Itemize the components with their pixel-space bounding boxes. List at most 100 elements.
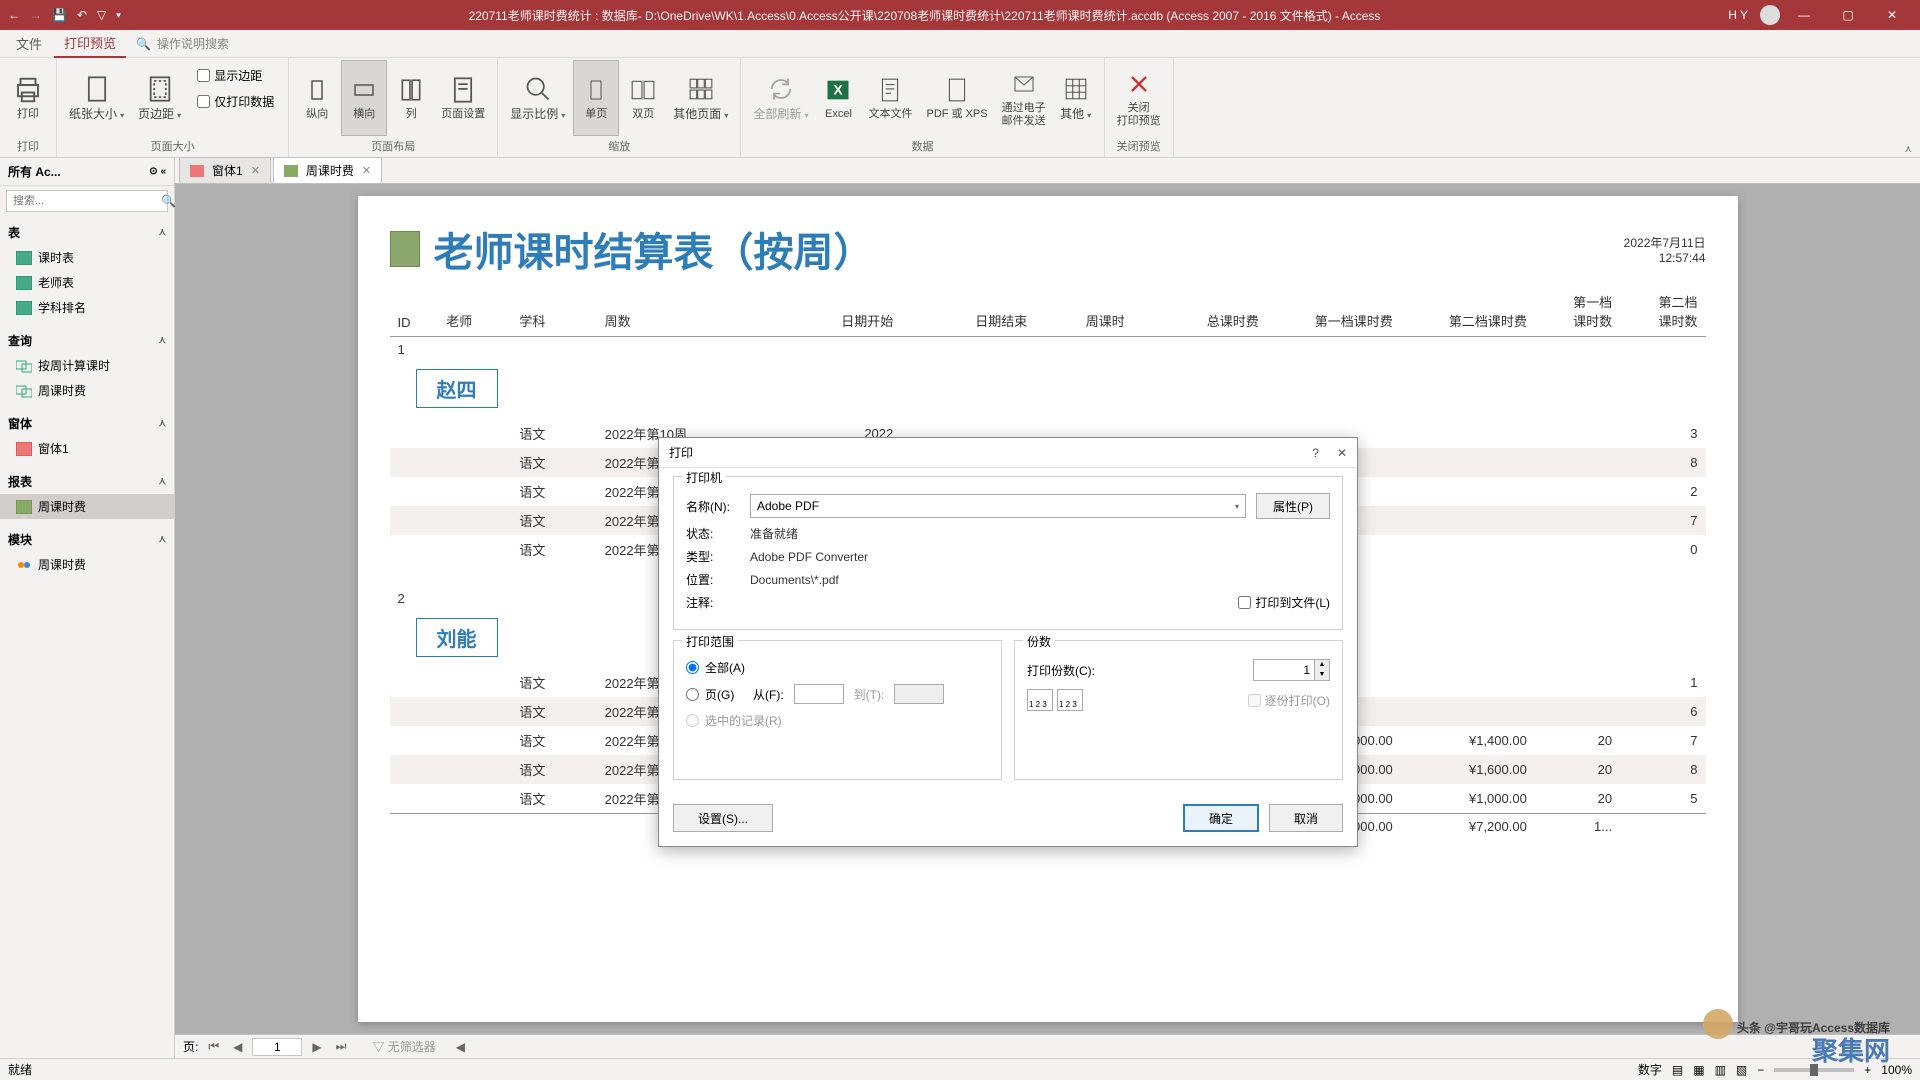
show-margins-checkbox[interactable]: 显示边距 <box>193 64 278 86</box>
nav-item-table3[interactable]: 学科排名 <box>0 295 174 320</box>
paper-size-button[interactable]: 纸张大小 ▾ <box>63 60 130 136</box>
more-pages-button[interactable]: 其他页面 ▾ <box>667 60 734 136</box>
nav-item-report1[interactable]: 周课时费 <box>0 494 174 519</box>
columns-button[interactable]: 列 <box>389 60 433 136</box>
nav-group-modules[interactable]: 模块⋏ <box>0 527 174 552</box>
group-close-label: 关闭预览 <box>1111 136 1167 156</box>
email-button[interactable]: 通过电子 邮件发送 <box>996 60 1052 136</box>
report-icon <box>16 500 32 514</box>
text-file-button[interactable]: 文本文件 <box>862 60 918 136</box>
pdf-button[interactable]: PDF 或 XPS <box>920 60 993 136</box>
spin-down-button[interactable]: ▼ <box>1315 670 1329 680</box>
fwd-icon[interactable]: → <box>30 8 42 22</box>
zoom-out-button[interactable]: − <box>1757 1063 1764 1077</box>
from-page-input[interactable] <box>794 684 844 704</box>
avatar[interactable] <box>1760 5 1780 25</box>
tab-form1[interactable]: 窗体1✕ <box>179 157 271 183</box>
search-icon[interactable]: 🔍 <box>161 194 176 208</box>
nav-item-module1[interactable]: 周课时费 <box>0 552 174 577</box>
nav-item-query2[interactable]: 周课时费 <box>0 378 174 403</box>
copies-input[interactable] <box>1254 663 1314 677</box>
menu-print-preview[interactable]: 打印预览 <box>54 29 126 58</box>
print-data-only-checkbox[interactable]: 仅打印数据 <box>193 90 278 112</box>
one-page-button[interactable]: 单页 <box>573 60 619 136</box>
landscape-button[interactable]: 横向 <box>341 60 387 136</box>
close-button[interactable]: ✕ <box>1872 2 1912 28</box>
search-icon: 🔍 <box>136 37 151 51</box>
portrait-button[interactable]: 纵向 <box>295 60 339 136</box>
table-icon <box>16 251 32 265</box>
zoom-slider[interactable] <box>1774 1068 1854 1072</box>
first-page-button[interactable]: ⏮ <box>204 1039 223 1054</box>
nav-item-form1[interactable]: 窗体1 <box>0 436 174 461</box>
range-all-radio[interactable]: 全部(A) <box>686 659 989 676</box>
landscape-icon <box>348 74 380 106</box>
type-value: Adobe PDF Converter <box>750 550 868 564</box>
page-setup-button[interactable]: 页面设置 <box>435 60 491 136</box>
excel-button[interactable]: XExcel <box>816 60 860 136</box>
nav-item-table2[interactable]: 老师表 <box>0 270 174 295</box>
location-label: 位置: <box>686 571 740 588</box>
search-input[interactable] <box>7 195 161 207</box>
to-page-input[interactable] <box>894 684 944 704</box>
zoom-in-button[interactable]: + <box>1864 1063 1871 1077</box>
view-layout-icon[interactable]: ▥ <box>1715 1063 1726 1077</box>
close-tab-icon[interactable]: ✕ <box>362 164 371 177</box>
tell-me-search[interactable]: 🔍 操作说明搜索 <box>136 35 229 52</box>
nav-group-queries[interactable]: 查询⋏ <box>0 328 174 353</box>
nav-header[interactable]: 所有 Ac...⊙ « <box>0 158 174 186</box>
margins-button[interactable]: 页边距 ▾ <box>132 60 187 136</box>
nav-group-reports[interactable]: 报表⋏ <box>0 469 174 494</box>
maximize-button[interactable]: ▢ <box>1828 2 1868 28</box>
nav-group-tables[interactable]: 表⋏ <box>0 220 174 245</box>
close-preview-button[interactable]: 关闭 打印预览 <box>1111 60 1167 136</box>
range-selected-radio[interactable]: 选中的记录(R) <box>686 712 989 729</box>
page-input[interactable] <box>252 1038 302 1056</box>
collate-checkbox[interactable]: 逐份打印(O) <box>1248 692 1330 709</box>
spin-up-button[interactable]: ▲ <box>1315 660 1329 670</box>
location-value: Documents\*.pdf <box>750 573 839 587</box>
dialog-close-button[interactable]: ✕ <box>1337 446 1347 460</box>
cancel-button[interactable]: 取消 <box>1269 804 1343 832</box>
help-button[interactable]: ? <box>1312 446 1319 460</box>
minimize-button[interactable]: — <box>1784 2 1824 28</box>
undo-icon[interactable]: ↶ <box>77 8 87 22</box>
filter-icon[interactable]: ▽ <box>97 8 106 22</box>
text-icon <box>874 74 906 106</box>
printer-select[interactable]: Adobe PDF▾ <box>750 494 1246 518</box>
range-pages-radio[interactable]: 页(G) 从(F):到(T): <box>686 684 989 704</box>
print-to-file-checkbox[interactable]: 打印到文件(L) <box>1238 594 1330 611</box>
back-icon[interactable]: ← <box>8 8 20 22</box>
ok-button[interactable]: 确定 <box>1183 804 1259 832</box>
save-icon[interactable]: 💾 <box>52 8 67 22</box>
form-icon <box>190 165 204 177</box>
report-time: 12:57:44 <box>1624 251 1706 265</box>
user-name[interactable]: H Y <box>1728 8 1748 22</box>
tab-report[interactable]: 周课时费✕ <box>273 157 382 183</box>
zoom-level: 100% <box>1881 1063 1912 1077</box>
view-print-icon[interactable]: ▦ <box>1693 1063 1704 1077</box>
view-report-icon[interactable]: ▤ <box>1672 1063 1683 1077</box>
print-button[interactable]: 打印 <box>6 60 50 136</box>
col-hours: 周课时 <box>1035 286 1132 337</box>
range-fieldset: 打印范围 全部(A) 页(G) 从(F):到(T): 选中的记录(R) <box>673 640 1002 780</box>
view-design-icon[interactable]: ▧ <box>1736 1063 1747 1077</box>
properties-button[interactable]: 属性(P) <box>1256 493 1330 519</box>
nav-item-query1[interactable]: 按周计算课时 <box>0 353 174 378</box>
nav-item-table1[interactable]: 课时表 <box>0 245 174 270</box>
last-page-button[interactable]: ⏭ <box>332 1039 351 1054</box>
setup-button[interactable]: 设置(S)... <box>673 804 773 832</box>
scroll-left-button[interactable]: ◀ <box>452 1040 469 1054</box>
refresh-all-button[interactable]: 全部刷新 ▾ <box>747 60 814 136</box>
ribbon-collapse-icon[interactable]: ⋏ <box>1905 144 1912 155</box>
menu-file[interactable]: 文件 <box>6 30 52 57</box>
copies-spinner[interactable]: ▲▼ <box>1253 659 1330 681</box>
two-pages-button[interactable]: 双页 <box>621 60 665 136</box>
prev-page-button[interactable]: ◀ <box>229 1040 246 1054</box>
nav-group-forms[interactable]: 窗体⋏ <box>0 411 174 436</box>
nav-search[interactable]: 🔍 <box>6 190 168 212</box>
other-export-button[interactable]: 其他 ▾ <box>1054 60 1098 136</box>
close-tab-icon[interactable]: ✕ <box>251 164 260 177</box>
next-page-button[interactable]: ▶ <box>308 1040 325 1054</box>
zoom-button[interactable]: 显示比例 ▾ <box>504 60 571 136</box>
